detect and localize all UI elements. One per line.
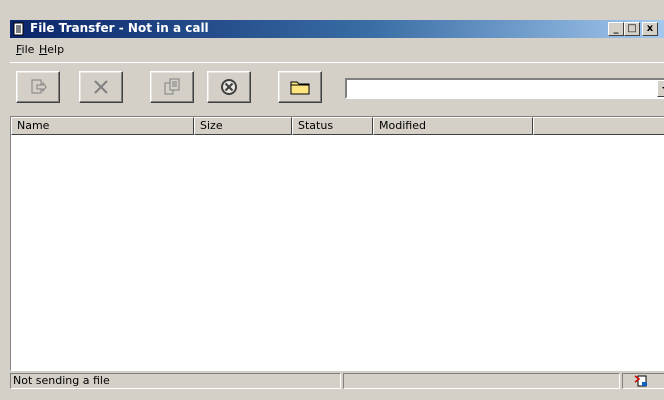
stop-sending-button[interactable] <box>79 71 123 103</box>
send-file-button[interactable] <box>16 71 60 103</box>
transfer-status-icon <box>634 375 647 387</box>
column-header-size[interactable]: Size <box>194 117 292 135</box>
cancel-transfer-button[interactable] <box>207 71 251 103</box>
title-bar[interactable]: File Transfer - Not in a call _ □ x <box>10 20 664 38</box>
file-list[interactable]: Name Size Status Modified <box>10 116 664 371</box>
status-secondary-pane <box>343 373 620 389</box>
column-header-extra[interactable] <box>533 117 664 135</box>
recipient-dropdown[interactable] <box>345 78 664 99</box>
open-folder-button[interactable] <box>278 71 322 103</box>
send-file-icon <box>31 79 47 94</box>
minimize-icon: _ <box>613 23 619 34</box>
status-icon-pane <box>622 373 664 389</box>
menu-bar: File Help <box>10 40 664 58</box>
toolbar <box>10 62 664 113</box>
folder-icon <box>290 81 310 95</box>
copy-files-button[interactable] <box>150 71 194 103</box>
close-icon: x <box>646 23 654 34</box>
menu-file[interactable]: File <box>16 43 34 56</box>
window-title: File Transfer - Not in a call <box>30 21 209 35</box>
file-transfer-app-icon <box>13 22 26 36</box>
cancel-circle-icon <box>221 79 237 95</box>
file-transfer-window: File Transfer - Not in a call _ □ x File… <box>0 0 664 400</box>
maximize-button[interactable]: □ <box>624 22 640 36</box>
column-header-name[interactable]: Name <box>11 117 194 135</box>
close-button[interactable]: x <box>642 22 658 36</box>
menu-file-label: ile <box>21 43 35 56</box>
status-bar: Not sending a file <box>10 372 664 389</box>
status-text: Not sending a file <box>10 373 341 389</box>
x-icon <box>94 80 108 94</box>
column-header-modified[interactable]: Modified <box>373 117 533 135</box>
minimize-button[interactable]: _ <box>608 22 624 36</box>
column-header-status[interactable]: Status <box>292 117 373 135</box>
copy-files-icon <box>164 78 180 95</box>
menu-help[interactable]: Help <box>39 43 64 56</box>
chevron-down-icon[interactable] <box>657 80 664 97</box>
maximize-icon: □ <box>627 23 637 34</box>
menu-help-label: elp <box>47 43 65 56</box>
